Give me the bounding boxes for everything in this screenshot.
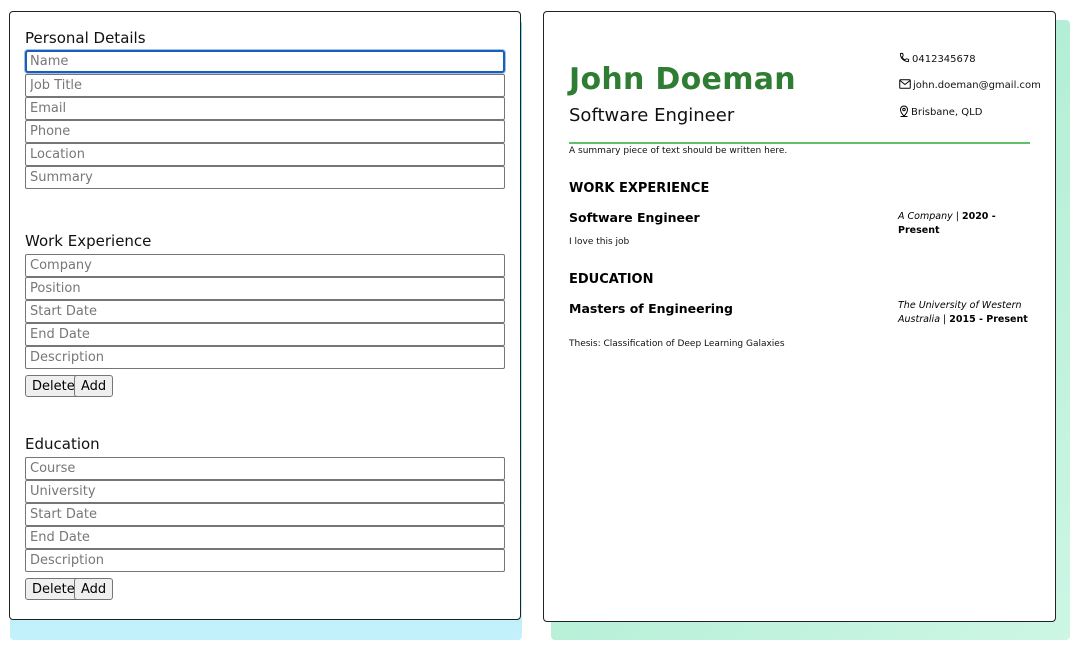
cv-education-description: Thesis: Classification of Deep Learning … — [569, 339, 785, 349]
cv-email-text: john.doeman@gmail.com — [913, 80, 1041, 91]
cv-education-dates: 2015 - Present — [949, 314, 1028, 325]
cv-education-course: Masters of Engineering — [569, 301, 733, 316]
summary-field[interactable] — [25, 166, 505, 189]
cv-location-text: Brisbane, QLD — [911, 107, 983, 118]
job-title-field[interactable] — [25, 74, 505, 97]
phone-field[interactable] — [25, 120, 505, 143]
cv-work-heading: WORK EXPERIENCE — [569, 181, 710, 196]
work-add-button[interactable]: Add — [74, 375, 114, 397]
cv-phone-text: 0412345678 — [912, 53, 976, 65]
education-start-date-field[interactable] — [25, 503, 505, 526]
cv-education-meta: The University of Western Australia | 20… — [898, 299, 1038, 327]
cv-education-separator: | — [940, 314, 950, 325]
map-pin-icon — [899, 105, 911, 120]
work-start-date-field[interactable] — [25, 300, 505, 323]
email-field[interactable] — [25, 97, 505, 120]
cv-name: John Doeman — [569, 62, 796, 97]
education-add-button[interactable]: Add — [74, 578, 114, 600]
editor-panel: Personal Details Work Experience Delete … — [9, 11, 521, 620]
work-experience-heading: Work Experience — [25, 232, 152, 250]
personal-details-heading: Personal Details — [25, 29, 146, 47]
cv-phone: 0412345678 — [899, 52, 976, 66]
education-description-field[interactable] — [25, 549, 505, 572]
cv-work-company: A Company — [898, 211, 953, 222]
work-end-date-field[interactable] — [25, 323, 505, 346]
course-field[interactable] — [25, 457, 505, 480]
cv-work-description: I love this job — [569, 237, 630, 247]
cv-work-separator: | — [952, 211, 962, 222]
cv-preview-panel: John Doeman Software Engineer 0412345678… — [543, 11, 1056, 622]
cv-location: Brisbane, QLD — [899, 105, 982, 120]
cv-work-position: Software Engineer — [569, 210, 700, 225]
mail-icon — [899, 79, 913, 92]
phone-icon — [899, 52, 912, 66]
location-field[interactable] — [25, 143, 505, 166]
education-heading: Education — [25, 435, 100, 453]
university-field[interactable] — [25, 480, 505, 503]
cv-summary: A summary piece of text should be writte… — [569, 146, 788, 156]
cv-email: john.doeman@gmail.com — [899, 79, 1041, 92]
education-end-date-field[interactable] — [25, 526, 505, 549]
cv-divider — [569, 142, 1030, 144]
cv-job-title: Software Engineer — [569, 105, 735, 126]
name-field[interactable] — [25, 50, 505, 73]
work-description-field[interactable] — [25, 346, 505, 369]
position-field[interactable] — [25, 277, 505, 300]
cv-work-meta: A Company | 2020 - Present — [898, 210, 1038, 238]
company-field[interactable] — [25, 254, 505, 277]
cv-education-heading: EDUCATION — [569, 272, 654, 287]
